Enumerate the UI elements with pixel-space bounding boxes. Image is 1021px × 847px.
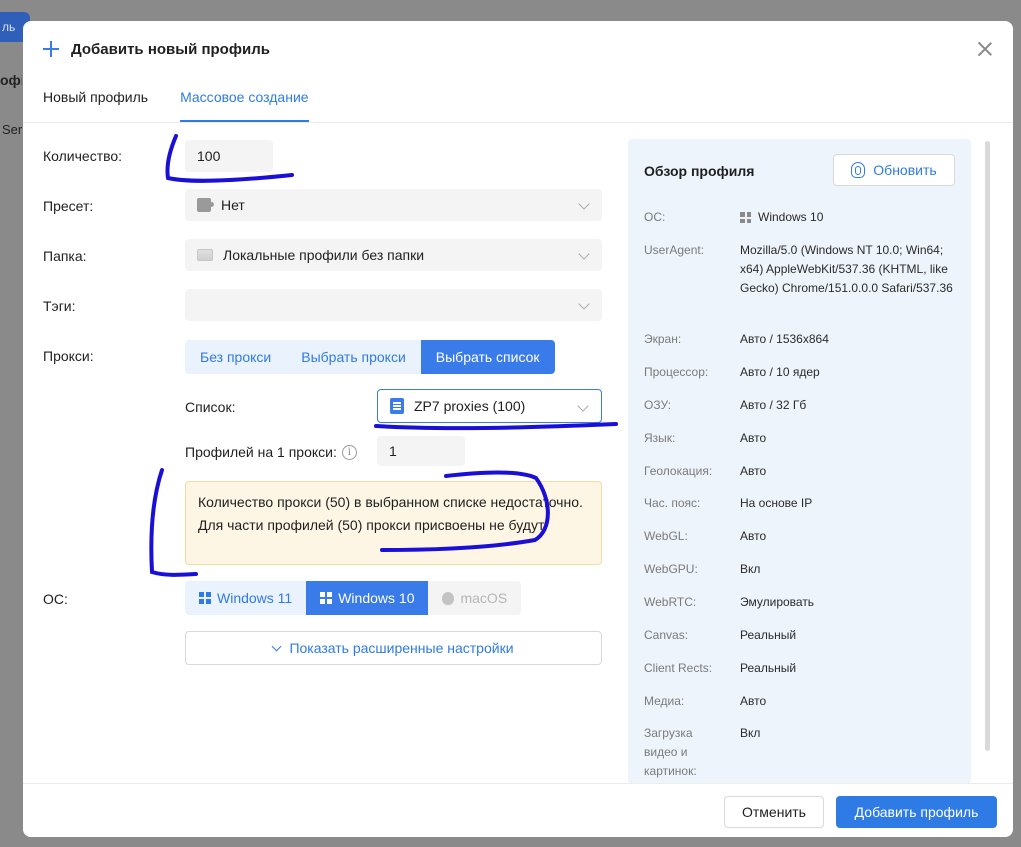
- chevron-down-icon: [578, 198, 590, 210]
- windows-icon: [199, 592, 211, 604]
- overview-value: Авто / 10 ядер: [740, 365, 820, 379]
- list-label: Список:: [185, 399, 236, 415]
- tab-new-profile[interactable]: Новый профиль: [43, 77, 148, 122]
- overview-key: Язык:: [644, 431, 676, 445]
- chevron-down-icon: [272, 641, 282, 651]
- profile-overview-panel: Обзор профиля Обновить ОС: Windows 10 Us…: [628, 139, 971, 784]
- overview-key: ОЗУ:: [644, 398, 672, 412]
- show-advanced-settings-button[interactable]: Показать расширенные настройки: [185, 631, 602, 665]
- proxy-list-select[interactable]: ZP7 proxies (100): [377, 389, 602, 423]
- overview-key: Экран:: [644, 332, 682, 346]
- apple-icon: [442, 591, 455, 605]
- overview-value-text: Windows 10: [758, 210, 824, 224]
- folder-value: Локальные профили без папки: [223, 247, 425, 263]
- refresh-button[interactable]: Обновить: [833, 154, 955, 186]
- proxy-mode-group: Без прокси Выбрать прокси Выбрать список: [185, 340, 555, 374]
- overview-key: Процессор:: [644, 365, 709, 379]
- os-selector: Windows 11 Windows 10 macOS: [185, 581, 522, 615]
- show-advanced-settings-label: Показать расширенные настройки: [289, 640, 514, 656]
- overview-key: UserAgent:: [644, 243, 705, 257]
- preset-select[interactable]: Нет: [185, 189, 602, 221]
- os-option-macos: macOS: [428, 581, 522, 615]
- os-option-label: Windows 10: [338, 590, 415, 606]
- windows-icon: [320, 592, 333, 604]
- fingerprint-icon: [851, 162, 866, 178]
- modal-header: Добавить новый профиль: [23, 21, 1013, 77]
- overview-value: На основе IP: [740, 496, 813, 510]
- quantity-input[interactable]: 100: [185, 140, 273, 172]
- background-text: Ser: [2, 122, 22, 137]
- overview-key: WebRTC:: [644, 595, 697, 609]
- overview-value: Реальный: [740, 661, 797, 675]
- overview-key: Загрузка видео и картинок:: [644, 726, 697, 778]
- modal-title: Добавить новый профиль: [71, 40, 270, 58]
- overview-value: Авто: [740, 464, 767, 478]
- overview-key: Медиа:: [644, 694, 685, 708]
- os-option-windows-10[interactable]: Windows 10: [306, 581, 429, 615]
- overview-value: Авто / 1536x864: [740, 332, 829, 346]
- overview-key: Час. пояс:: [644, 496, 701, 510]
- overview-title: Обзор профиля: [644, 163, 755, 179]
- modal-tabs: Новый профиль Массовое создание: [23, 77, 1013, 123]
- refresh-label: Обновить: [873, 162, 937, 178]
- proxy-label: Прокси:: [43, 348, 94, 364]
- profiles-per-proxy-label: Профилей на 1 прокси: i: [185, 444, 357, 460]
- proxy-option-none[interactable]: Без прокси: [185, 340, 287, 374]
- modal-footer: Отменить Добавить профиль: [23, 783, 1013, 837]
- os-option-label: macOS: [460, 590, 508, 606]
- tags-select[interactable]: [185, 289, 602, 321]
- puzzle-icon: [197, 198, 214, 212]
- overview-value: Mozilla/5.0 (Windows NT 10.0; Win64; x64…: [740, 243, 953, 295]
- os-option-label: Windows 11: [217, 590, 293, 606]
- overview-value: Эмулировать: [740, 595, 815, 609]
- modal-body: Количество: 100 Пресет: Нет Папка: Локал…: [23, 123, 1013, 784]
- proxy-warning: Количество прокси (50) в выбранном списк…: [185, 481, 602, 565]
- overview-key: WebGPU:: [644, 562, 698, 576]
- chevron-down-icon: [577, 400, 589, 412]
- profiles-per-proxy-text: Профилей на 1 прокси:: [185, 444, 337, 460]
- add-profile-modal: Добавить новый профиль Новый профиль Мас…: [23, 21, 1013, 837]
- proxy-option-select-list[interactable]: Выбрать список: [420, 340, 555, 374]
- tags-label: Тэги:: [43, 298, 76, 314]
- list-icon: [390, 398, 404, 414]
- quantity-label: Количество:: [43, 148, 123, 164]
- overview-key: Client Rects:: [644, 661, 713, 675]
- close-icon[interactable]: [977, 41, 993, 57]
- background-heading: офі: [0, 72, 22, 88]
- overview-value: Авто: [740, 431, 767, 445]
- overview-value: Windows 10: [740, 208, 962, 227]
- folder-label: Папка:: [43, 248, 87, 264]
- overview-key: ОС:: [644, 210, 666, 224]
- overview-value: Вкл: [740, 562, 761, 576]
- add-profile-button[interactable]: Добавить профиль: [836, 796, 997, 828]
- overview-value: Авто: [740, 529, 767, 543]
- overview-value: Реальный: [740, 628, 797, 642]
- preset-label: Пресет:: [43, 198, 94, 214]
- info-icon[interactable]: i: [341, 444, 357, 460]
- windows-icon: [740, 212, 751, 223]
- preset-value: Нет: [221, 197, 245, 213]
- proxy-list-value: ZP7 proxies (100): [414, 398, 526, 414]
- proxy-option-select-proxy[interactable]: Выбрать прокси: [286, 340, 421, 374]
- plus-icon: [43, 41, 59, 57]
- overview-value: Вкл: [740, 726, 761, 740]
- cancel-button[interactable]: Отменить: [724, 796, 824, 828]
- overview-key: Геолокация:: [644, 464, 713, 478]
- folder-icon: [197, 249, 213, 261]
- overview-key: Canvas:: [644, 628, 689, 642]
- os-option-windows-11[interactable]: Windows 11: [185, 581, 307, 615]
- folder-select[interactable]: Локальные профили без папки: [185, 239, 602, 271]
- overview-key: WebGL:: [644, 529, 688, 543]
- profiles-per-proxy-input[interactable]: 1: [377, 436, 465, 466]
- overview-value: Авто / 32 Гб: [740, 398, 807, 412]
- overview-scrollbar[interactable]: [985, 141, 990, 751]
- chevron-down-icon: [578, 298, 590, 310]
- chevron-down-icon: [578, 248, 590, 260]
- os-label: ОС:: [43, 591, 68, 607]
- tab-bulk-create[interactable]: Массовое создание: [180, 77, 310, 122]
- overview-value: Авто: [740, 694, 767, 708]
